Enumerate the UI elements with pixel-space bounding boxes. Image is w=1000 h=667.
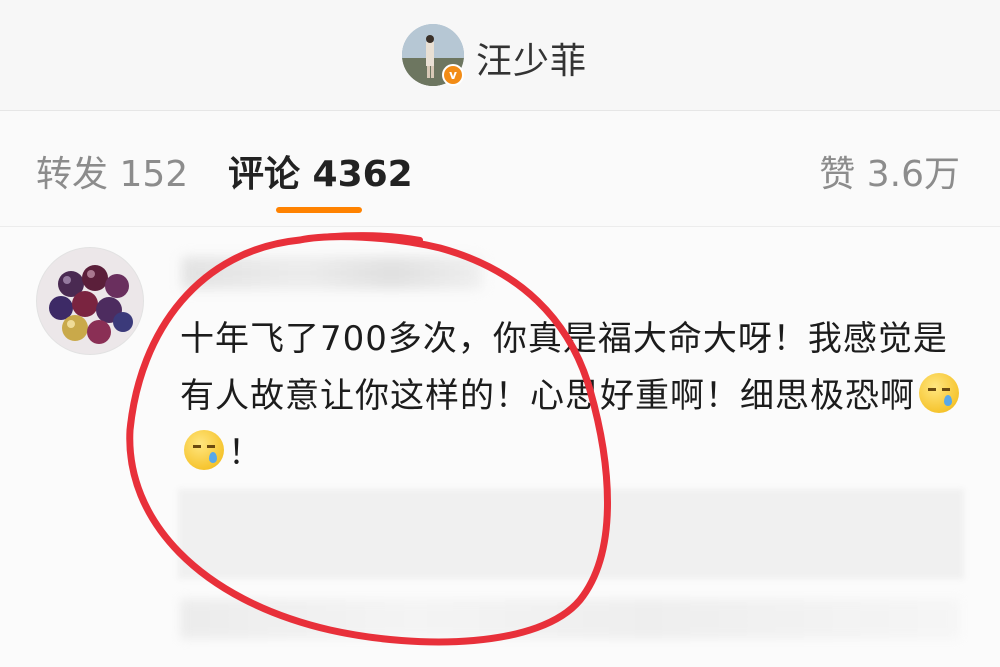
comment-body: 十年飞了700多次，你真是福大命大呀！我感觉是有人故意让你这样的！心思好重啊！细… [180, 319, 948, 416]
pearls-image [49, 265, 133, 344]
blurred-comment-footer [180, 599, 960, 639]
tab-comments[interactable]: 评论 4362 [228, 145, 413, 197]
tab-repost[interactable]: 转发 152 [36, 145, 188, 197]
blurred-commenter-name [182, 257, 482, 289]
username[interactable]: 汪少菲 [476, 32, 587, 84]
tab-likes[interactable]: 赞 3.6万 [819, 145, 960, 197]
comment-tabs: 转发 152 评论 4362 赞 3.6万 [0, 111, 1000, 227]
commenter-avatar[interactable] [36, 247, 144, 355]
comment-text: 十年飞了700多次，你真是福大命大呀！我感觉是有人故意让你这样的！心思好重啊！细… [180, 311, 970, 482]
blurred-reply-area [178, 489, 964, 579]
comment-ending: ！ [228, 433, 263, 473]
active-tab-indicator [276, 207, 362, 213]
verified-badge-icon: v [442, 64, 464, 86]
profile-header: v 汪少菲 [0, 0, 1000, 111]
comment-item: 十年飞了700多次，你真是福大命大呀！我感觉是有人故意让你这样的！心思好重啊！细… [0, 227, 1000, 667]
sweat-face-icon [184, 430, 224, 470]
sweat-face-icon [919, 373, 959, 413]
